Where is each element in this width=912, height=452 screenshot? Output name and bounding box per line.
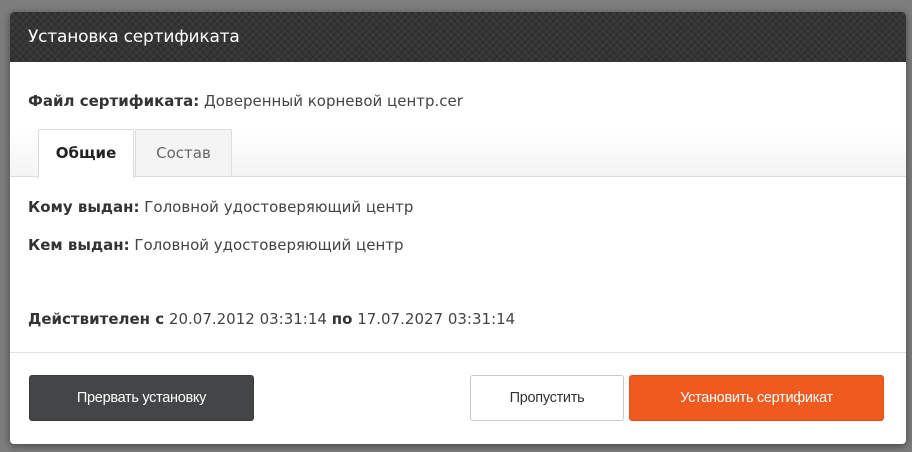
footer-divider	[10, 352, 906, 353]
valid-to-label: по	[331, 310, 353, 328]
dialog-title: Установка сертификата	[28, 27, 240, 47]
issued-by-row: Кем выдан: Головной удостоверяющий центр	[28, 236, 404, 254]
valid-to-value: 17.07.2027 03:31:14	[357, 310, 516, 328]
issued-to-row: Кому выдан: Головной удостоверяющий цент…	[28, 198, 413, 216]
skip-button[interactable]: Пропустить	[470, 375, 624, 421]
tab-general[interactable]: Общие	[38, 129, 134, 178]
certificate-file-label: Файл сертификата:	[28, 92, 200, 110]
issued-by-label: Кем выдан:	[28, 236, 130, 254]
issued-by-value: Головной удостоверяющий центр	[134, 236, 404, 254]
certificate-file-name: Доверенный корневой центр.cer	[204, 92, 463, 110]
abort-install-button[interactable]: Прервать установку	[29, 375, 254, 421]
valid-from-value: 20.07.2012 03:31:14	[168, 310, 327, 328]
valid-from-label: Действителен с	[28, 310, 165, 328]
tab-content[interactable]: Состав	[135, 129, 232, 177]
dialog-title-bar: Установка сертификата	[10, 12, 906, 62]
tab-bar: Общие Состав	[10, 129, 906, 178]
issued-to-label: Кому выдан:	[28, 198, 140, 216]
install-certificate-dialog: Установка сертификата Файл сертификата: …	[10, 12, 906, 444]
validity-row: Действителен с 20.07.2012 03:31:14 по 17…	[28, 310, 515, 328]
install-certificate-button[interactable]: Установить сертификат	[629, 375, 884, 421]
certificate-file-row: Файл сертификата: Доверенный корневой це…	[28, 92, 463, 110]
issued-to-value: Головной удостоверяющий центр	[144, 198, 414, 216]
